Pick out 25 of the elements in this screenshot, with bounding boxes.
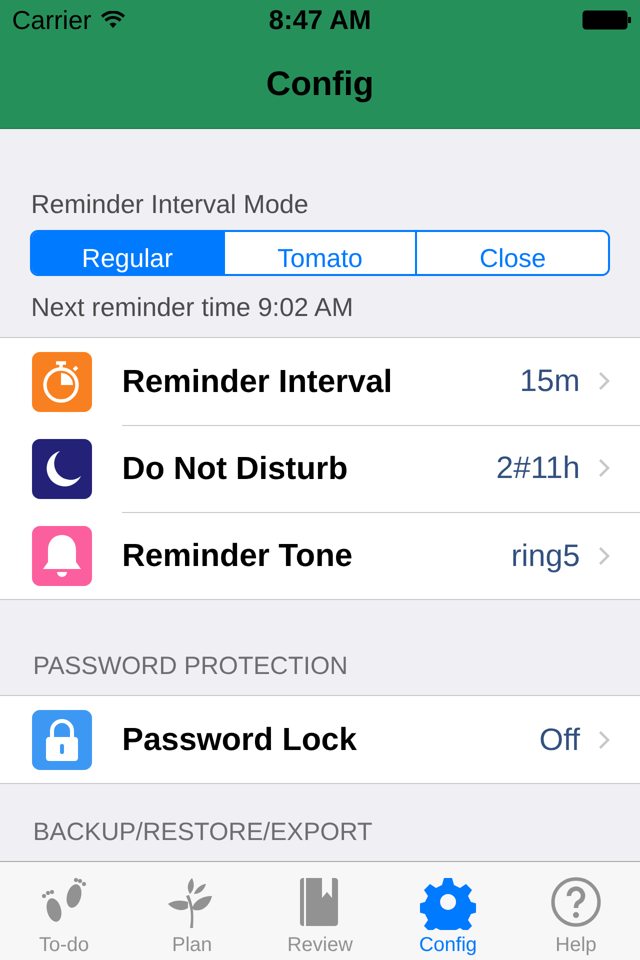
segment-tab[interactable]: Regular: [32, 232, 223, 274]
battery-icon: [582, 10, 632, 30]
next-reminder-note: Next reminder time 9:02 AM: [31, 292, 354, 323]
status-time: 8:47 AM: [268, 4, 372, 36]
settings-row[interactable]: Do Not Disturb 2#11h: [0, 425, 640, 512]
segment-tab[interactable]: Tomato: [222, 232, 416, 274]
tab-bar-item[interactable]: Plan: [128, 862, 256, 960]
tab-bar-item[interactable]: Help: [512, 862, 640, 960]
section-header: BACKUP/RESTORE/EXPORT: [33, 818, 374, 847]
mode-label: Reminder Interval Mode: [31, 189, 310, 220]
chevron-icon: [598, 458, 610, 478]
chevron-icon: [598, 730, 610, 750]
segment-tab[interactable]: Close: [415, 232, 608, 274]
chevron-icon: [598, 371, 610, 391]
tab-bar-item[interactable]: To-do: [0, 862, 128, 960]
chevron-icon: [598, 546, 610, 566]
settings-row[interactable]: Password Lock Off: [0, 696, 640, 783]
carrier-name: Carrier: [12, 4, 92, 36]
settings-row[interactable]: Reminder Interval 15m: [0, 338, 640, 425]
settings-row[interactable]: Reminder Tone ring5: [0, 512, 640, 599]
tab-bar-item[interactable]: Config: [384, 862, 512, 960]
section-header: PASSWORD PROTECTION: [33, 652, 349, 681]
tab-bar-item[interactable]: Review: [256, 862, 384, 960]
wifi-icon: [101, 11, 126, 29]
screen-title: Config: [266, 64, 374, 104]
